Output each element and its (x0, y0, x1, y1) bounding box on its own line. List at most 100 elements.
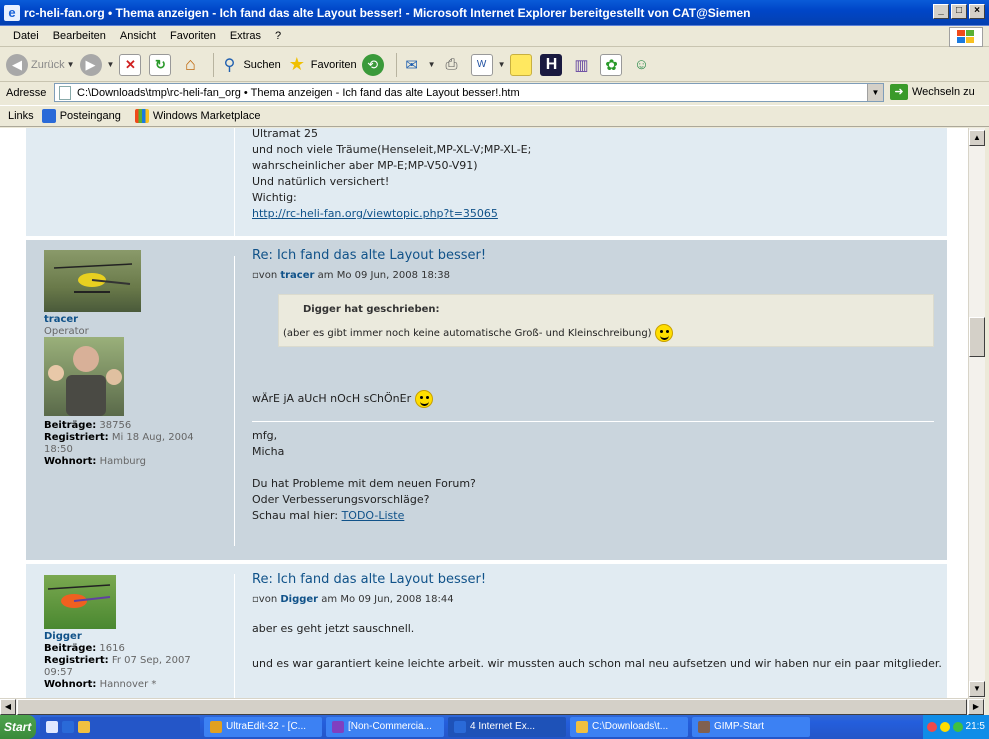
digger-post-title[interactable]: Re: Ich fand das alte Layout besser! (252, 572, 486, 587)
print-button[interactable]: ⎙ (441, 54, 466, 76)
ie-page-icon (41, 109, 56, 123)
menu-datei[interactable]: Datei (6, 30, 46, 42)
post-title[interactable]: Re: Ich fand das alte Layout besser! (252, 248, 486, 263)
ie-quicklaunch-icon[interactable] (62, 721, 74, 733)
user-rank-image (44, 337, 124, 416)
back-button[interactable]: ◀ Zurück ▼ (6, 53, 75, 76)
address-input[interactable]: C:\Downloads\tmp\rc-heli-fan_org • Thema… (54, 83, 884, 102)
scroll-left-button[interactable]: ◀ (0, 699, 16, 715)
scroll-down-button[interactable]: ▼ (969, 681, 985, 697)
task-internet-explorer[interactable]: 4 Internet Ex... (448, 717, 566, 737)
username-tracer[interactable]: tracer (44, 314, 78, 325)
system-tray: 21:5 (922, 715, 989, 739)
sticky-note-icon (510, 53, 533, 76)
post-previous: Ultramat 25 und noch viele Träume(Hensel… (26, 128, 947, 236)
forward-button[interactable]: ▶ ▼ (79, 53, 114, 76)
digger-post-body: aber es geht jetzt sauschnell. und es wa… (252, 622, 942, 670)
digger-helicopter-avatar (44, 575, 116, 629)
digger-user-info: Beiträge: 1616 Registriert: Fr 07 Sep, 2… (44, 643, 191, 690)
gimp-icon (698, 721, 710, 733)
smile-smiley-icon (414, 390, 433, 408)
horizontal-scrollbar[interactable]: ◀ ▶ (0, 698, 985, 715)
messenger-button[interactable]: ☺ (630, 54, 655, 76)
start-button[interactable]: Start (0, 715, 36, 739)
signature-divider (252, 421, 934, 422)
post-page-icon: ▫ (252, 270, 259, 281)
links-label: Links (8, 110, 34, 122)
author-link[interactable]: tracer (280, 270, 314, 281)
search-button[interactable]: ⚲ Suchen (218, 54, 281, 76)
link-posteingang[interactable]: Posteingang (41, 109, 121, 123)
post-tracer: tracer Operator Beiträge: 38756 Registri… (26, 240, 947, 560)
menu-extras[interactable]: Extras (223, 30, 268, 42)
address-dropdown-button[interactable]: ▼ (867, 84, 883, 101)
menu-ansicht[interactable]: Ansicht (113, 30, 163, 42)
helicopter-avatar (44, 250, 141, 312)
mail-button[interactable]: ✉ ▼ (401, 54, 435, 76)
tray-icon[interactable] (926, 722, 937, 732)
page-icon (59, 85, 71, 100)
favorites-star-icon: ★ (288, 54, 305, 74)
ie-task-icon (454, 721, 466, 733)
taskbar: Start UltraEdit-32 - [C... [Non-Commerci… (0, 715, 989, 739)
task-noncommercial[interactable]: [Non-Commercia... (326, 717, 444, 737)
stop-button[interactable]: ✕ (119, 53, 144, 76)
quote-text: (aber es gibt immer noch keine automatis… (283, 324, 673, 342)
todo-list-link[interactable]: TODO-Liste (342, 509, 405, 522)
h-logo-icon: H (540, 53, 563, 76)
messenger-icon: ☺ (633, 56, 650, 73)
close-button[interactable]: × (969, 4, 985, 19)
digger-author-link[interactable]: Digger (280, 594, 318, 605)
signature: mfg, Micha Du hat Probleme mit dem neuen… (252, 429, 476, 522)
link-windows-marketplace[interactable]: Windows Marketplace (134, 109, 260, 123)
post-body: wÄrE jA aUcH nOcH sChÖnEr (252, 390, 433, 408)
task-gimp[interactable]: GIMP-Start (692, 717, 810, 737)
quote-author: Digger hat geschrieben: (303, 304, 440, 315)
favorites-button[interactable]: ★ Favoriten (286, 54, 357, 76)
research-icon: ▥ (574, 56, 589, 74)
viewtopic-link[interactable]: http://rc-heli-fan.org/viewtopic.php?t=3… (252, 206, 531, 222)
tray-smiley-icon[interactable] (939, 722, 950, 732)
horizontal-scroll-thumb[interactable] (17, 699, 967, 715)
home-button[interactable]: ⌂ (179, 54, 204, 76)
icq-flower-icon: ✿ (600, 53, 623, 76)
menu-bearbeiten[interactable]: Bearbeiten (46, 30, 113, 42)
history-button[interactable]: ⟲ (361, 53, 387, 76)
title-bar: e rc-heli-fan.org • Thema anzeigen - Ich… (0, 0, 989, 26)
links-bar: Links Posteingang Windows Marketplace (0, 105, 989, 127)
notes-button[interactable] (510, 53, 535, 76)
maximize-button[interactable]: □ (951, 4, 967, 19)
clock: 21:5 (965, 721, 985, 732)
back-arrow-icon: ◀ (6, 53, 28, 76)
grin-smiley-icon (654, 324, 673, 342)
vertical-scrollbar[interactable]: ▲ ▼ (968, 128, 985, 698)
menu-help[interactable]: ? (268, 30, 288, 42)
scroll-up-button[interactable]: ▲ (969, 130, 985, 146)
menu-favoriten[interactable]: Favoriten (163, 30, 223, 42)
edit-button[interactable]: W ▼ (470, 53, 505, 76)
post-digger: Digger Beiträge: 1616 Registriert: Fr 07… (26, 564, 947, 698)
h-button[interactable]: H (540, 53, 565, 76)
task-downloads-folder[interactable]: C:\Downloads\t... (570, 717, 688, 737)
desktop-icon[interactable] (46, 721, 58, 733)
ie-logo-icon: e (4, 4, 20, 21)
window-title: rc-heli-fan.org • Thema anzeigen - Ich f… (24, 5, 751, 20)
go-arrow-icon: ➜ (890, 84, 908, 100)
icq-button[interactable]: ✿ (600, 53, 625, 76)
task-ultraedit[interactable]: UltraEdit-32 - [C... (204, 717, 322, 737)
vertical-scroll-thumb[interactable] (969, 317, 985, 357)
print-icon: ⎙ (445, 56, 458, 73)
refresh-button[interactable]: ↻ (149, 53, 174, 76)
page-viewport[interactable]: Ultramat 25 und noch viele Träume(Hensel… (0, 128, 968, 698)
go-button[interactable]: ➜ Wechseln zu (890, 84, 975, 100)
research-button[interactable]: ▥ (570, 54, 595, 76)
scroll-right-button[interactable]: ▶ (968, 699, 984, 715)
tray-status-icon[interactable] (952, 722, 963, 732)
windows-logo-icon (949, 27, 983, 47)
toolbar: ◀ Zurück ▼ ▶ ▼ ✕ ↻ ⌂ ⚲ Suchen ★ Favoriten … (0, 48, 989, 82)
folder-icon[interactable] (78, 721, 90, 733)
forward-arrow-icon: ▶ (79, 53, 102, 76)
username-digger[interactable]: Digger (44, 631, 82, 642)
minimize-button[interactable]: _ (933, 4, 949, 19)
address-label: Adresse (6, 87, 47, 99)
